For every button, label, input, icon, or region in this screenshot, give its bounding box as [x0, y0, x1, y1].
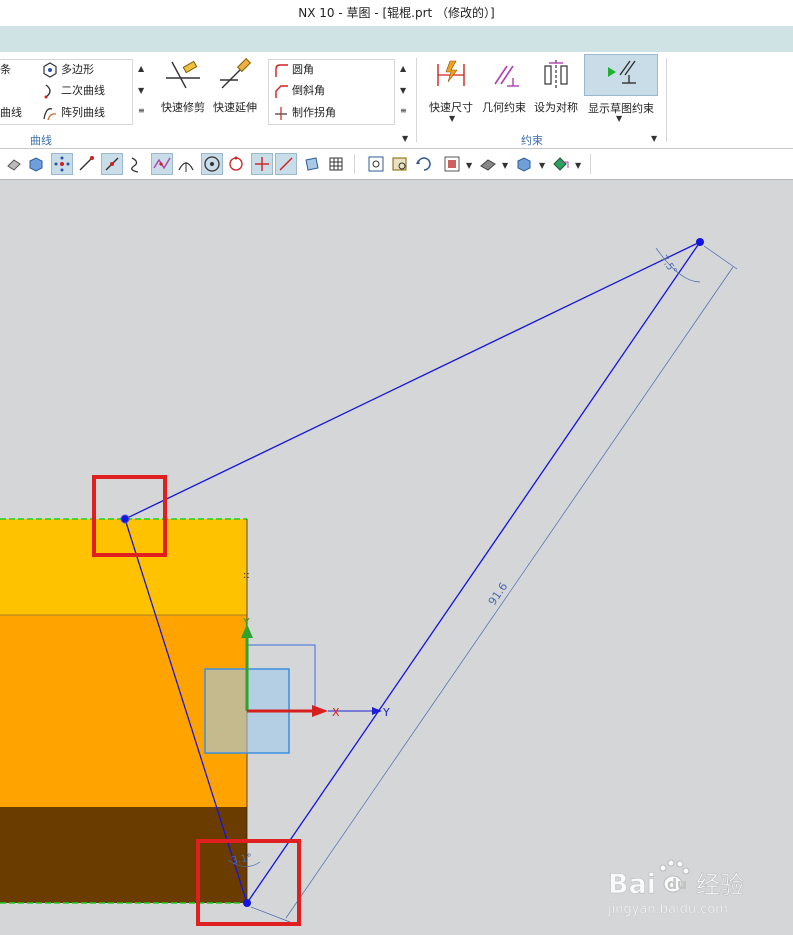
- orient-view-icon[interactable]: [442, 154, 462, 174]
- watermark-url: jingyan.baidu.com: [607, 902, 728, 917]
- background-icon[interactable]: [514, 154, 534, 174]
- polygon-icon: [43, 62, 57, 78]
- curve-item[interactable]: 曲线: [0, 104, 22, 122]
- constraint-group-menu-icon[interactable]: ▼: [651, 134, 657, 143]
- snap-control-point-icon[interactable]: [126, 154, 146, 174]
- snap-point-on-curve-icon[interactable]: [251, 153, 273, 175]
- zoom-window-icon[interactable]: [390, 154, 410, 174]
- geometric-constraint-button[interactable]: 几何约束: [478, 58, 530, 115]
- snap-arc-center-icon[interactable]: [176, 154, 196, 174]
- conic-icon: [44, 84, 51, 99]
- snap-bounded-grid-icon[interactable]: [326, 154, 346, 174]
- corner-scroll-up-icon[interactable]: ▲: [400, 64, 406, 73]
- watermark-brand: Bai: [608, 869, 656, 900]
- fillet-icon: [275, 64, 288, 77]
- ribbon-separator: [416, 58, 417, 142]
- rapid-dimension-dropdown-icon[interactable]: ▼: [449, 114, 455, 123]
- corner-expand-icon[interactable]: ≡: [400, 106, 407, 115]
- rapid-dimension-icon: [437, 60, 465, 86]
- pattern-curve-icon: [43, 108, 57, 121]
- chamfer-item[interactable]: 倒斜角: [273, 82, 325, 100]
- snap-intersection-icon[interactable]: [151, 153, 173, 175]
- window-title: NX 10 - 草图 - [辊棍.prt （修改的）]: [0, 0, 793, 26]
- rapid-dimension-button[interactable]: 快速尺寸: [426, 58, 476, 115]
- watermark-brand2: du: [667, 877, 687, 893]
- vertex-bottom[interactable]: [243, 899, 251, 907]
- scroll-up-icon[interactable]: ▲: [138, 64, 144, 73]
- sketch-line-right[interactable]: [246, 241, 701, 904]
- dimension-angle-top-label[interactable]: 7.5°: [658, 253, 679, 276]
- show-constraints-dropdown-icon[interactable]: ▼: [616, 114, 622, 123]
- selection-toolbar: ▼ ▼ ▼ ▼: [0, 149, 793, 180]
- sketch-viewport: :: Y X Y 91.6 7.5° 3.1° Bai du 经验 jingya…: [0, 238, 744, 926]
- corner-scroll-down-icon[interactable]: ▼: [400, 86, 406, 95]
- curve-group-label: 曲线: [30, 134, 52, 147]
- sketch-line-top[interactable]: [124, 241, 701, 520]
- ribbon: 条 曲线 多边形 二次曲线 阵列曲线 ▲ ▼ ≡ 快速修剪 快速延伸 圆角 倒斜…: [0, 52, 793, 149]
- snap-midpoint-icon[interactable]: [101, 153, 123, 175]
- quick-extend-button[interactable]: 快速延伸: [210, 57, 260, 115]
- edit-section-icon[interactable]: [551, 154, 571, 174]
- solid-body-icon[interactable]: [26, 154, 46, 174]
- show-constraints-button[interactable]: 显示草图约束: [584, 54, 658, 115]
- quick-extend-icon: [220, 57, 252, 89]
- dim-extension-top: [703, 245, 738, 270]
- quick-trim-button[interactable]: 快速修剪: [158, 58, 208, 115]
- fit-view-icon[interactable]: [366, 154, 386, 174]
- axis-y-label: Y: [242, 616, 250, 629]
- snap-circle-center-icon[interactable]: [201, 153, 223, 175]
- make-corner-item[interactable]: 制作拐角: [273, 104, 336, 122]
- eraser-icon[interactable]: [4, 154, 24, 174]
- watermark-cn: 经验: [696, 871, 744, 899]
- snap-quadrant-icon[interactable]: [226, 154, 246, 174]
- baidu-watermark: Bai du 经验 jingyan.baidu.com: [607, 859, 744, 917]
- snap-endpoint-icon[interactable]: [51, 153, 73, 175]
- edit-section-dropdown-icon[interactable]: ▼: [575, 161, 581, 170]
- show-constraints-icon: [608, 60, 636, 84]
- conic-item[interactable]: 二次曲线: [42, 82, 105, 100]
- dim-line-length[interactable]: [285, 266, 734, 919]
- orient-view-dropdown-icon[interactable]: ▼: [466, 161, 472, 170]
- constraint-group-label: 约束: [521, 134, 543, 147]
- dimension-length-label[interactable]: 91.6: [486, 580, 511, 608]
- snap-endpoint-line-icon[interactable]: [76, 154, 96, 174]
- scroll-down-icon[interactable]: ▼: [138, 86, 144, 95]
- toolbar-separator-2: [590, 154, 591, 174]
- rotate-view-icon[interactable]: [414, 154, 434, 174]
- curve-group-menu-icon[interactable]: ▼: [402, 134, 408, 143]
- snap-point-on-face-icon[interactable]: [302, 154, 322, 174]
- pattern-curve-item[interactable]: 阵列曲线: [42, 104, 105, 122]
- geometric-constraint-icon: [494, 65, 519, 87]
- vertex-left[interactable]: [120, 514, 130, 524]
- quick-trim-icon: [166, 60, 200, 89]
- background-dropdown-icon[interactable]: ▼: [539, 161, 545, 170]
- dimension-angle-bottom-label[interactable]: 3.1°: [231, 852, 253, 866]
- make-symmetric-icon: [544, 60, 568, 90]
- part-band-bottom: [0, 807, 247, 903]
- vertex-top-right[interactable]: [696, 238, 704, 246]
- fillet-item[interactable]: 圆角: [273, 61, 314, 79]
- make-corner-icon: [275, 107, 287, 120]
- ribbon-separator-2: [666, 58, 667, 142]
- spline-item[interactable]: 条: [0, 61, 11, 79]
- toolbar-separator: [354, 154, 355, 174]
- make-symmetric-button[interactable]: 设为对称: [532, 58, 580, 115]
- axis-y2-label: Y: [382, 706, 390, 719]
- axis-x-label: X: [332, 706, 340, 719]
- render-style-icon[interactable]: [478, 154, 498, 174]
- graphics-canvas[interactable]: :: Y X Y 91.6 7.5° 3.1° Bai du 经验 jingya…: [0, 180, 793, 935]
- ribbon-tab-strip: [0, 26, 793, 52]
- x-axis-arrowhead: [312, 705, 328, 717]
- part-band-top: [0, 519, 247, 615]
- part-edge-marker: ::: [243, 570, 250, 581]
- expand-gallery-icon[interactable]: ≡: [138, 106, 145, 115]
- chamfer-icon: [275, 85, 288, 98]
- polygon-item[interactable]: 多边形: [42, 61, 94, 79]
- render-style-dropdown-icon[interactable]: ▼: [502, 161, 508, 170]
- snap-point-on-line-icon[interactable]: [275, 153, 297, 175]
- dim-extension-bottom: [250, 906, 291, 923]
